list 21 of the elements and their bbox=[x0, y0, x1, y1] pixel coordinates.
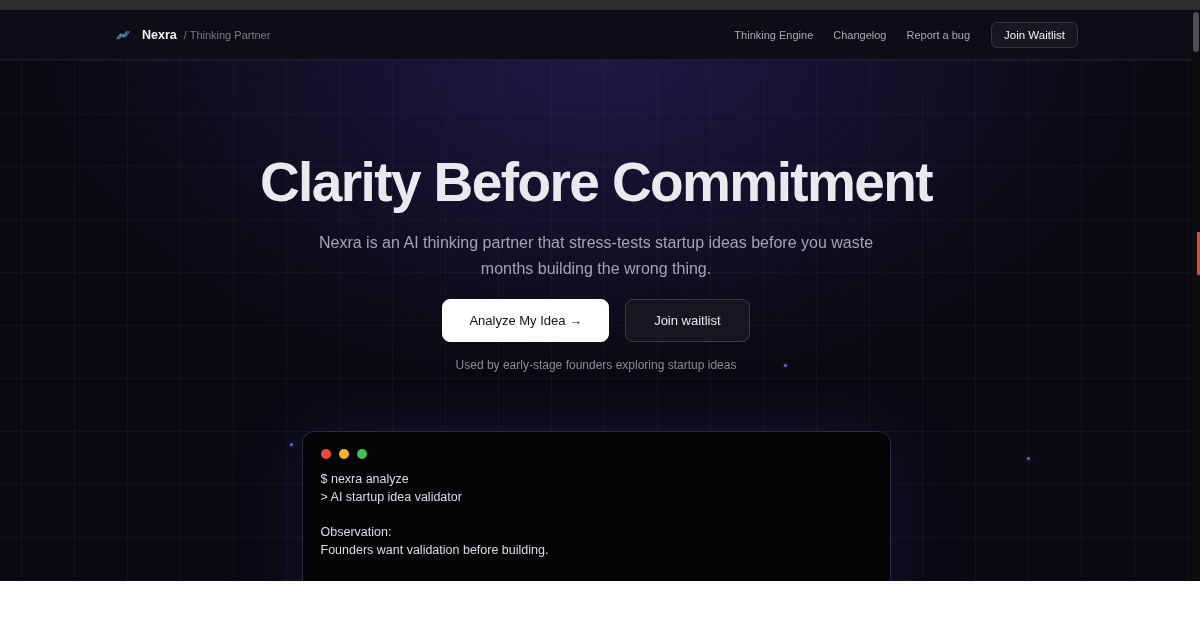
hero-caption: Used by early-stage founders exploring startup ideas bbox=[455, 357, 737, 373]
hero-title: Clarity Before Commitment bbox=[259, 152, 933, 212]
scrollbar-thumb[interactable] bbox=[1193, 12, 1199, 52]
join-waitlist-button[interactable]: Join Waitlist bbox=[991, 21, 1078, 48]
marker-icon bbox=[1197, 232, 1200, 275]
terminal-text: Observation: bbox=[320, 524, 393, 541]
terminal-text: Founders want validation before building. bbox=[320, 542, 550, 559]
join-waitlist-button[interactable]: Join waitlist bbox=[625, 299, 750, 342]
glow-dot-icon bbox=[290, 443, 293, 446]
glow-dot-icon bbox=[784, 364, 787, 367]
brand-tagline: / Thinking Partner bbox=[183, 28, 271, 41]
nav-link[interactable]: Thinking Engine bbox=[734, 28, 814, 41]
nav-link[interactable]: Changelog bbox=[833, 28, 887, 41]
hero-description: Nexra is an AI thinking partner that stress-tests startup ideas before you waste months building the wrong thing. bbox=[317, 233, 875, 279]
brand-name[interactable]: Nexra bbox=[142, 27, 177, 42]
logo-icon[interactable] bbox=[116, 29, 130, 40]
glow-dot-icon bbox=[1027, 457, 1030, 460]
nav-link[interactable]: Report a bug bbox=[906, 28, 971, 41]
terminal-text: $ nexra analyze bbox=[320, 471, 410, 488]
analyze-button[interactable]: Analyze My Idea → bbox=[442, 299, 610, 342]
terminal-text: > AI startup idea validator bbox=[320, 489, 463, 506]
